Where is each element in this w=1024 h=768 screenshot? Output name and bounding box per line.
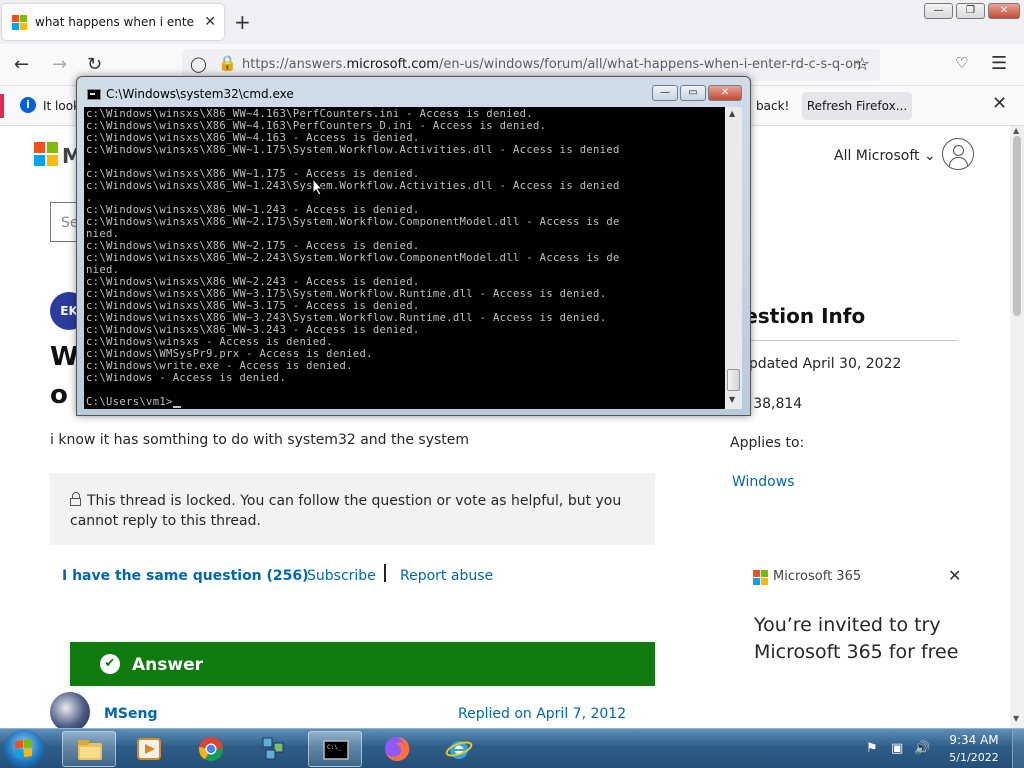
console-scrollbar[interactable]: ▲ ▼ (725, 107, 742, 409)
forward-arrow-icon[interactable]: → (52, 54, 67, 75)
close-window-button[interactable]: ✕ (708, 85, 742, 101)
start-button[interactable] (4, 730, 44, 768)
scroll-up-icon[interactable]: ▲ (729, 109, 735, 118)
folder-icon (78, 740, 102, 760)
answer-label: Answer (132, 655, 203, 675)
cmd-window-controls: — ▭ ✕ (652, 85, 742, 101)
taskbar-chrome[interactable] (184, 731, 238, 767)
promo-headline-line2: Microsoft 365 for free (754, 641, 959, 663)
info-icon: i (20, 97, 36, 113)
restore-button[interactable]: ❐ (956, 3, 985, 19)
question-title-line2: o (50, 380, 68, 410)
reload-icon[interactable]: ↻ (87, 54, 102, 75)
promo-headline: You’re invited to try (754, 614, 941, 636)
notification-close-icon[interactable]: ✕ (992, 93, 1007, 114)
promo-close-icon[interactable]: ✕ (948, 566, 961, 585)
network-status-icon[interactable]: ▣ (891, 741, 903, 756)
account-icon[interactable] (942, 138, 974, 170)
scroll-down-icon[interactable]: ▼ (729, 395, 735, 404)
applies-to-label: Applies to: (730, 435, 805, 451)
microsoft-logo-icon[interactable] (34, 142, 58, 166)
lock-icon[interactable]: 🔒 (218, 54, 237, 72)
question-title: W (50, 342, 79, 372)
menu-icon[interactable]: ☰ (991, 53, 1007, 74)
minimize-button[interactable]: — (652, 85, 678, 101)
taskbar-explorer[interactable] (62, 731, 116, 767)
scroll-up-icon[interactable]: ▲ (1013, 126, 1019, 135)
clock-time[interactable]: 9:34 AM (944, 733, 1004, 747)
notification-accent (0, 94, 4, 118)
microsoft-logo-icon (12, 14, 27, 30)
bookmark-star-icon[interactable]: ☆ (854, 54, 870, 75)
lock-icon (70, 492, 81, 506)
refresh-firefox-button[interactable]: Refresh Firefox... (802, 92, 912, 120)
taskbar: C:\_ ⚑ ▣ 🔊 9:34 AM 5/1/2022 (0, 728, 1024, 768)
taskbar-network-app[interactable] (246, 731, 300, 767)
back-arrow-icon[interactable]: ← (14, 54, 29, 75)
all-microsoft-menu[interactable]: All Microsoft ⌄ (834, 148, 936, 164)
same-question-button[interactable]: I have the same question (256) (62, 568, 309, 584)
window-controls: — ❐ ✕ (924, 3, 1020, 19)
answerer-name[interactable]: MSeng (104, 706, 158, 722)
network-icon (262, 737, 284, 760)
console-text: c:\Windows\winsxs\X86_WW~4.163\PerfCount… (86, 108, 620, 408)
url-text[interactable]: https://answers.microsoft.com/en-us/wind… (242, 57, 866, 72)
mouse-cursor-icon (312, 178, 324, 196)
close-window-button[interactable]: ✕ (988, 3, 1020, 19)
tab-title: what happens when i enter rd c (35, 15, 195, 29)
shield-icon[interactable]: ◯ (190, 55, 207, 73)
taskbar-firefox[interactable] (370, 731, 424, 767)
subscribe-link[interactable]: Subscribe (307, 568, 376, 584)
console-icon: C:\_ (323, 740, 349, 760)
windows-logo-icon (15, 739, 32, 758)
report-abuse-link[interactable]: Report abuse (400, 568, 493, 584)
question-body: i know it has somthing to do with system… (50, 432, 470, 448)
taskbar-cmd[interactable]: C:\_ (308, 731, 362, 767)
last-updated: t updated April 30, 2022 (730, 356, 902, 372)
checkmark-icon: ✔ (100, 654, 120, 674)
action-center-icon[interactable]: ⚑ (866, 741, 878, 756)
browser-tab[interactable]: what happens when i enter rd c ✕ (2, 4, 224, 40)
chrome-icon (199, 737, 223, 762)
avatar[interactable] (50, 692, 90, 732)
cmd-titlebar[interactable]: C:\Windows\system32\cmd.exe — ▭ ✕ (77, 77, 750, 107)
taskbar-internet-explorer[interactable] (432, 731, 486, 767)
notification-text-end: back! (756, 99, 790, 113)
tab-close-icon[interactable]: ✕ (204, 14, 216, 30)
console-output[interactable]: c:\Windows\winsxs\X86_WW~4.163\PerfCount… (84, 107, 725, 409)
clock-date[interactable]: 5/1/2022 (944, 751, 1004, 764)
applies-to-link[interactable]: Windows (732, 474, 795, 490)
promo-brand: Microsoft 365 (773, 569, 862, 584)
console-cursor (172, 406, 181, 408)
svg-text:C:\_: C:\_ (327, 744, 342, 751)
volume-icon[interactable]: 🔊 (914, 741, 930, 756)
page-scrollbar[interactable]: ▲ ▼ (1010, 126, 1024, 728)
scroll-thumb[interactable] (1013, 136, 1021, 316)
console-icon (87, 89, 101, 100)
divider (384, 564, 386, 582)
internet-explorer-icon (445, 741, 473, 759)
divider (730, 340, 958, 341)
scroll-down-icon[interactable]: ▼ (1013, 714, 1019, 723)
tab-strip: what happens when i enter rd c ✕ + — ❐ ✕ (0, 0, 1024, 44)
cmd-window[interactable]: C:\Windows\system32\cmd.exe — ▭ ✕ c:\Win… (76, 76, 751, 416)
locked-notice: This thread is locked. You can follow th… (50, 473, 655, 545)
answer-banner: ✔ Answer (70, 642, 655, 686)
media-player-icon (137, 738, 161, 760)
minimize-button[interactable]: — (924, 3, 953, 19)
scroll-thumb[interactable] (727, 369, 740, 391)
microsoft-logo-icon (753, 570, 768, 585)
pocket-icon[interactable]: ♡ (955, 54, 968, 72)
maximize-button[interactable]: ▭ (680, 85, 706, 101)
show-desktop-button[interactable] (1012, 729, 1024, 768)
reply-date-link[interactable]: Replied on April 7, 2012 (458, 706, 626, 722)
new-tab-button[interactable]: + (234, 12, 251, 32)
firefox-icon (385, 736, 410, 761)
notification-text: It look (43, 99, 81, 113)
taskbar-media-player[interactable] (122, 731, 176, 767)
cmd-title: C:\Windows\system32\cmd.exe (106, 87, 294, 101)
chevron-down-icon: ⌄ (923, 148, 936, 164)
